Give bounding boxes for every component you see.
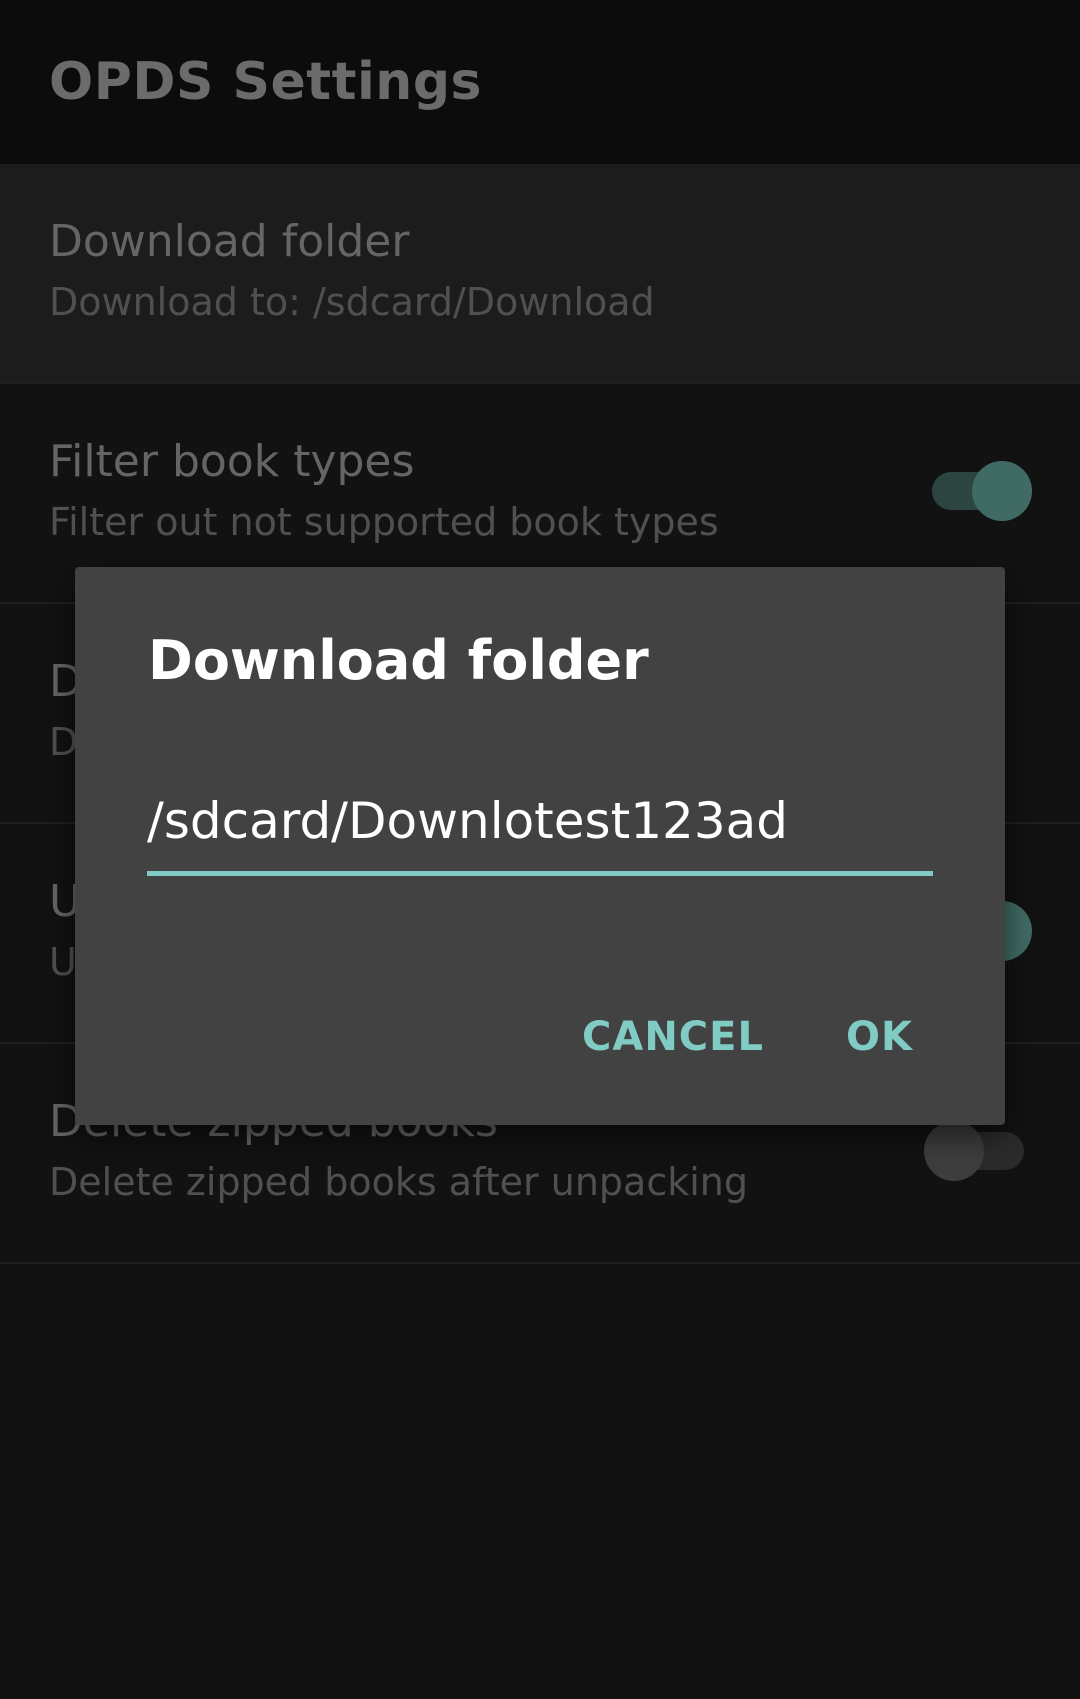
input-underline	[147, 871, 933, 876]
ok-button[interactable]: OK	[846, 1014, 913, 1060]
download-folder-input[interactable]	[147, 789, 933, 853]
cancel-button[interactable]: CANCEL	[582, 1014, 764, 1060]
download-folder-dialog: Download folder CANCEL OK	[75, 567, 1005, 1125]
app-screen: OPDS Settings Download folder Download t…	[0, 0, 1080, 1699]
dialog-title: Download folder	[148, 629, 649, 692]
